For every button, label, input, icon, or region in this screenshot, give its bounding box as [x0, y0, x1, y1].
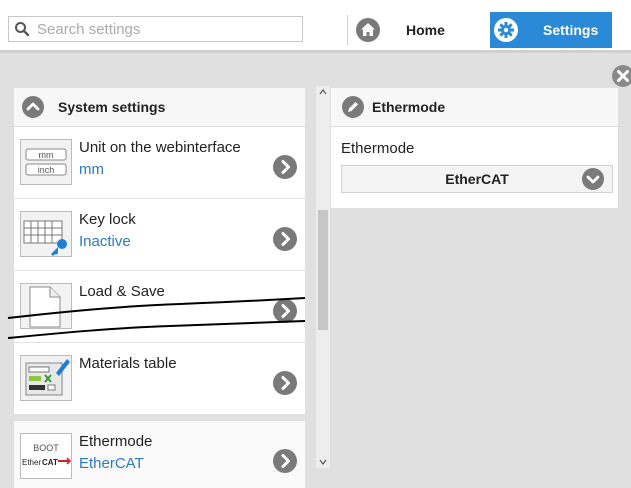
- document-icon: [20, 283, 72, 329]
- settings-item-key-lock[interactable]: Key lock Inactive: [14, 199, 305, 271]
- gear-icon: [494, 18, 518, 42]
- ethermode-select-value: EtherCAT: [445, 171, 509, 187]
- nav-settings-button[interactable]: Settings: [490, 12, 612, 48]
- close-icon[interactable]: [612, 65, 631, 87]
- top-bar: Home Settings: [0, 0, 631, 50]
- settings-item-name: Unit on the webinterface: [79, 139, 241, 156]
- ethermode-panel: Ethermode Ethermode EtherCAT: [331, 88, 618, 208]
- settings-item-value: mm: [79, 161, 104, 178]
- settings-item-ethermode[interactable]: BOOT Ether CAT Ethermode EtherCAT: [14, 421, 305, 488]
- ethermode-thumbnail-icon: BOOT Ether CAT: [20, 433, 72, 479]
- ethermode-thumb-ether-label: Ether: [22, 458, 41, 467]
- materials-table-icon: [20, 355, 72, 401]
- settings-item-unit[interactable]: mm inch Unit on the webinterface mm: [14, 127, 305, 199]
- scroll-down-arrow-icon[interactable]: [319, 458, 327, 466]
- chevron-right-icon[interactable]: [273, 299, 297, 323]
- ethermode-select[interactable]: EtherCAT: [341, 165, 613, 193]
- chevron-right-icon[interactable]: [273, 449, 297, 473]
- settings-item-name: Load & Save: [79, 283, 165, 300]
- chevron-right-icon[interactable]: [273, 227, 297, 251]
- ethermode-field-label: Ethermode: [341, 140, 415, 157]
- ethermode-thumb-cat-label: CAT: [42, 458, 58, 467]
- ethermode-panel-header: Ethermode: [331, 88, 618, 127]
- settings-list-scrollbar[interactable]: [316, 86, 330, 468]
- top-bar-divider: [0, 50, 631, 53]
- chevron-right-icon[interactable]: [273, 371, 297, 395]
- pencil-icon: [342, 96, 364, 118]
- nav-home-label: Home: [406, 22, 445, 38]
- system-settings-header[interactable]: System settings: [14, 88, 305, 127]
- unit-thumb-inch-label: inch: [38, 165, 55, 175]
- system-settings-title: System settings: [58, 99, 166, 115]
- ethermode-panel-title: Ethermode: [372, 99, 446, 115]
- home-icon: [356, 18, 380, 42]
- scroll-up-arrow-icon[interactable]: [319, 88, 327, 96]
- search-box[interactable]: [8, 16, 303, 42]
- settings-item-name: Materials table: [79, 355, 177, 372]
- settings-item-value: EtherCAT: [79, 455, 144, 472]
- ethermode-thumb-boot-label: BOOT: [33, 443, 59, 453]
- settings-item-load-save[interactable]: Load & Save: [14, 271, 305, 343]
- settings-item-name: Key lock: [79, 211, 136, 228]
- scrollbar-thumb[interactable]: [318, 210, 328, 330]
- settings-item-value: Inactive: [79, 233, 131, 250]
- keyboard-key-icon: [20, 211, 72, 257]
- settings-item-materials-table[interactable]: Materials table: [14, 343, 305, 415]
- chevron-down-icon[interactable]: [582, 168, 604, 190]
- search-input[interactable]: [37, 19, 297, 39]
- chevron-right-icon[interactable]: [273, 155, 297, 179]
- nav-home-button[interactable]: Home: [348, 12, 490, 48]
- settings-item-name: Ethermode: [79, 433, 153, 450]
- collapse-chevron-up-icon: [22, 96, 44, 118]
- system-settings-panel: System settings mm inch Unit on the webi…: [14, 88, 305, 488]
- unit-thumbnail-icon: mm inch: [20, 139, 72, 185]
- nav-settings-label: Settings: [543, 22, 599, 38]
- search-icon: [15, 22, 30, 37]
- unit-thumb-mm-label: mm: [39, 150, 54, 160]
